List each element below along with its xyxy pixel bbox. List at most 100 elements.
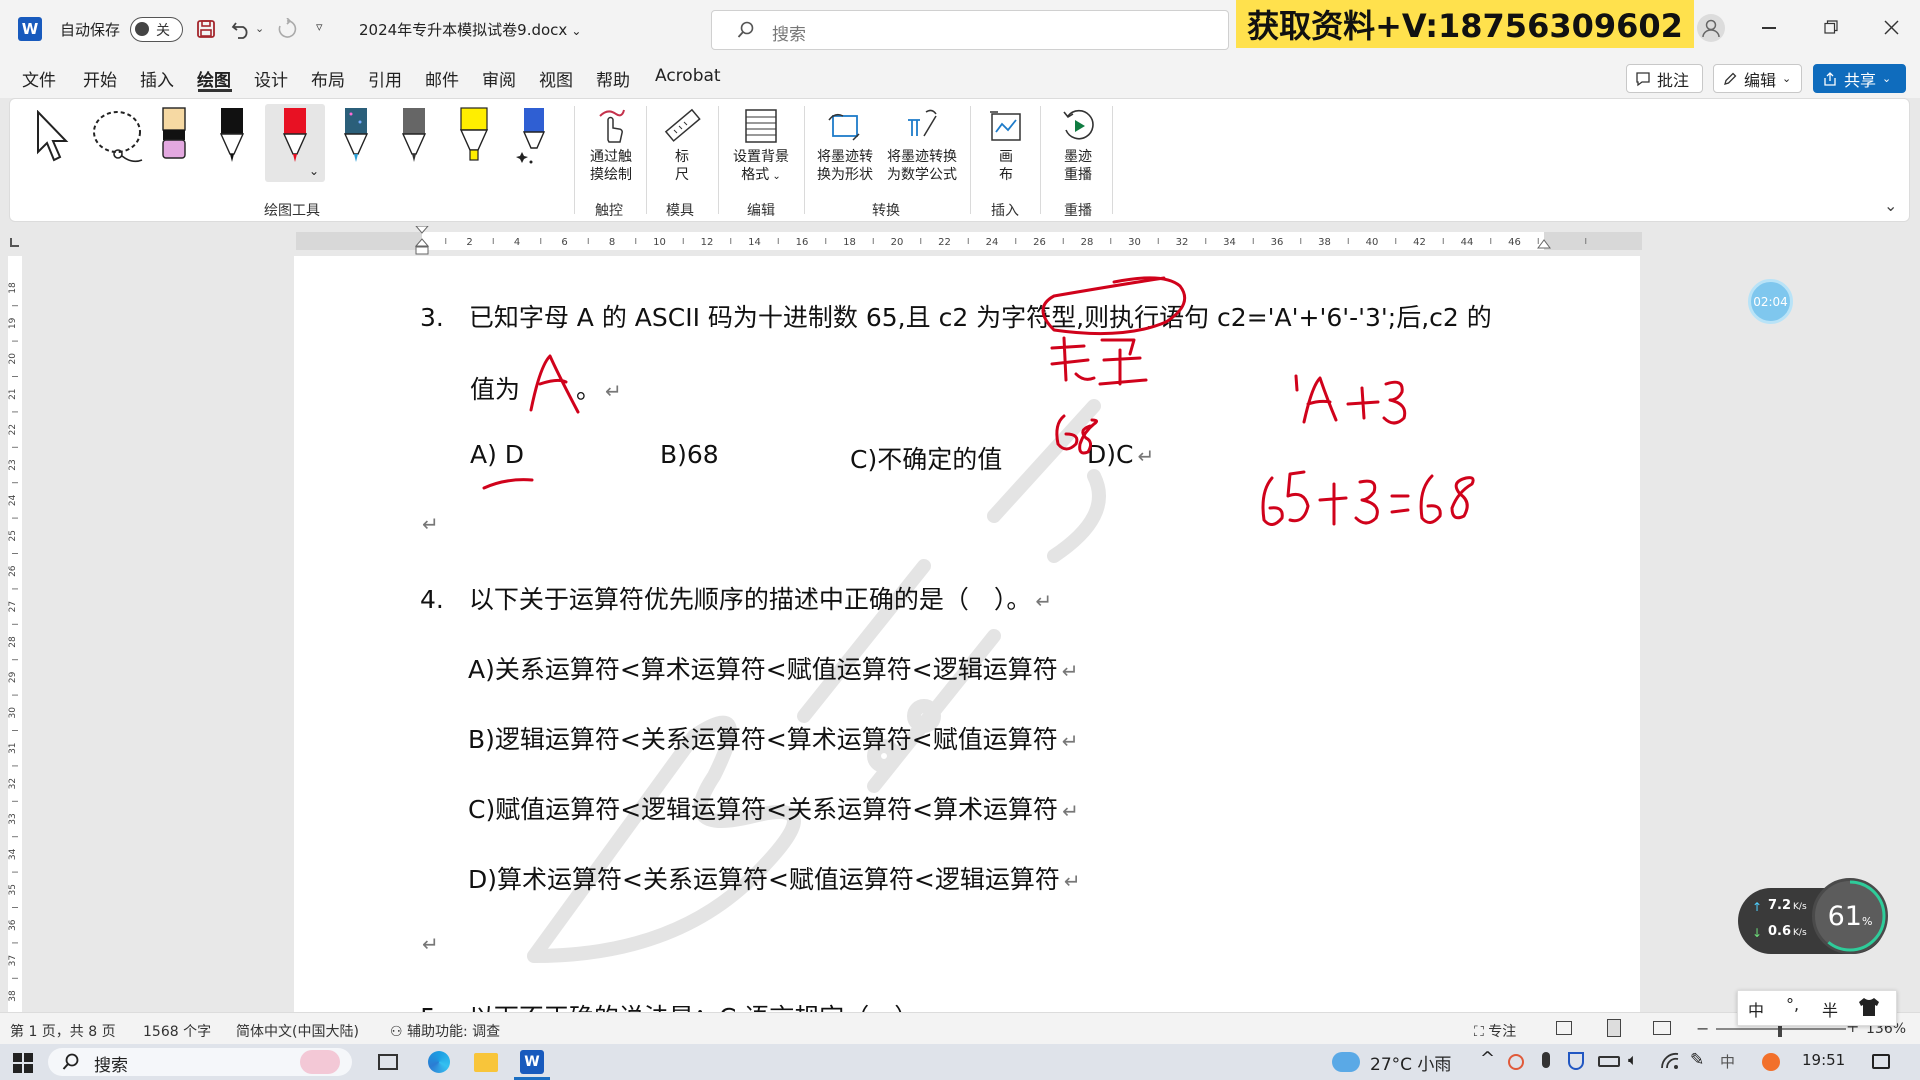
taskbar: 搜索 W 27°C 小雨 ^ 🔈︎ ✎ 中 19:51 bbox=[0, 1044, 1920, 1080]
ink-to-math-icon bbox=[908, 109, 937, 137]
tab-selector-icon[interactable] bbox=[10, 238, 19, 247]
tray-overflow-icon[interactable]: ^ bbox=[1480, 1048, 1495, 1069]
restore-icon[interactable] bbox=[1824, 20, 1838, 34]
group-label-touch: 触控 bbox=[595, 203, 623, 219]
pen-tray-icon[interactable]: ✎ bbox=[1690, 1050, 1704, 1070]
tab-mailings[interactable]: 邮件 bbox=[425, 66, 459, 91]
focus-mode-button[interactable]: ⛶ 专注 bbox=[1474, 1021, 1516, 1041]
tray-s-app-icon[interactable] bbox=[1762, 1053, 1780, 1071]
canvas-label-2: 布 bbox=[999, 167, 1013, 183]
volume-icon[interactable]: 🔈︎ bbox=[1628, 1050, 1638, 1070]
minimize-icon[interactable] bbox=[1762, 27, 1776, 29]
tab-view[interactable]: 视图 bbox=[539, 66, 573, 91]
collapse-ribbon-icon[interactable]: ⌄ bbox=[1884, 196, 1897, 215]
page-count[interactable]: 第 1 页，共 8 页 bbox=[10, 1021, 116, 1041]
wifi-icon[interactable] bbox=[1660, 1052, 1680, 1070]
comments-label: 批注 bbox=[1657, 70, 1690, 90]
tab-review[interactable]: 审阅 bbox=[482, 66, 516, 91]
battery-icon[interactable] bbox=[1598, 1056, 1620, 1067]
ink-letter-a bbox=[1302, 376, 1338, 424]
windows-start-icon[interactable] bbox=[13, 1053, 33, 1073]
save-icon[interactable] bbox=[196, 19, 216, 39]
ime-half-width[interactable]: 半 bbox=[1822, 997, 1838, 1021]
ink-replay-button[interactable]: 墨迹 重播 bbox=[1052, 106, 1104, 184]
tray-app-icon[interactable] bbox=[1508, 1054, 1524, 1070]
print-layout-icon[interactable] bbox=[1607, 1019, 1621, 1037]
ime-toolbar[interactable]: 中 °, 半 bbox=[1737, 990, 1897, 1026]
account-avatar[interactable] bbox=[1697, 14, 1725, 42]
search-placeholder: 搜索 bbox=[772, 25, 806, 45]
ink-to-shape-button[interactable]: 将墨迹转 换为形状 bbox=[812, 106, 878, 184]
undo-dropdown-icon[interactable]: ⌄ bbox=[255, 22, 264, 35]
task-view-icon[interactable] bbox=[378, 1054, 398, 1070]
accessibility-status[interactable]: ⚇ 辅助功能: 调查 bbox=[390, 1021, 500, 1041]
document-title[interactable]: 2024年专升本模拟试卷9.docx ⌄ bbox=[359, 19, 581, 40]
ime-skin-icon[interactable] bbox=[1858, 997, 1880, 1017]
tab-insert[interactable]: 插入 bbox=[140, 66, 174, 91]
autosave-toggle[interactable]: 关 bbox=[130, 17, 183, 42]
pencil-gray-icon[interactable] bbox=[400, 106, 428, 164]
drawing-canvas-button[interactable]: 画 布 bbox=[980, 106, 1032, 184]
undo-icon[interactable] bbox=[230, 18, 252, 40]
taskbar-search[interactable]: 搜索 bbox=[48, 1048, 352, 1076]
security-shield-icon[interactable] bbox=[1568, 1052, 1584, 1070]
web-layout-icon[interactable] bbox=[1653, 1021, 1671, 1035]
document-page[interactable]: 3. 已知字母 A 的 ASCII 码为十进制数 65,且 c2 为字符型,则执… bbox=[294, 256, 1640, 1012]
eraser-icon[interactable] bbox=[160, 106, 188, 164]
ruler-label: 24 bbox=[986, 237, 999, 248]
format-background-button[interactable]: 设置背景 格式 ⌄ bbox=[724, 106, 798, 186]
tab-references[interactable]: 引用 bbox=[368, 66, 402, 91]
lasso-select-icon[interactable] bbox=[90, 108, 148, 164]
ruler-label: 42 bbox=[1413, 237, 1426, 248]
ruler-label: 16 bbox=[796, 237, 809, 248]
ime-mode-chinese[interactable]: 中 bbox=[1748, 997, 1764, 1021]
pen-galaxy-icon[interactable] bbox=[342, 106, 370, 164]
ink-to-math-button[interactable]: 将墨迹转换 为数学公式 bbox=[880, 106, 964, 184]
weather-text[interactable]: 27°C 小雨 bbox=[1370, 1050, 1451, 1075]
tab-layout[interactable]: 布局 bbox=[311, 66, 345, 91]
word-count[interactable]: 1568 个字 bbox=[143, 1021, 211, 1041]
action-pen-icon[interactable] bbox=[516, 106, 548, 164]
ruler-label: 32 bbox=[1176, 237, 1189, 248]
zoom-out-icon[interactable]: − bbox=[1696, 1019, 1709, 1038]
draw-with-touch-button[interactable]: 通过触 摸绘制 bbox=[584, 106, 638, 184]
tab-draw[interactable]: 绘图 bbox=[197, 66, 231, 91]
timer-bubble[interactable]: 02:04 bbox=[1748, 279, 1793, 324]
group-label-stencils: 模具 bbox=[666, 203, 694, 219]
tab-home[interactable]: 开始 bbox=[83, 66, 117, 91]
vertical-ruler[interactable]: 18 19 20 21 22 23 24 25 26 27 28 29 30 31 32 33 34 35 36 37… bbox=[0, 256, 30, 1012]
file-explorer-icon[interactable] bbox=[474, 1053, 498, 1072]
editing-mode-button[interactable]: 编辑 ⌄ bbox=[1713, 64, 1802, 93]
share-button[interactable]: 共享 ⌄ bbox=[1813, 64, 1906, 93]
notification-icon[interactable] bbox=[1872, 1054, 1890, 1069]
edge-browser-icon[interactable] bbox=[428, 1051, 450, 1073]
clock[interactable]: 19:51 bbox=[1802, 1051, 1845, 1069]
comments-button[interactable]: 批注 bbox=[1626, 64, 1703, 93]
highlighter-yellow-icon[interactable] bbox=[458, 106, 490, 164]
close-icon[interactable] bbox=[1884, 20, 1899, 35]
ruler-label: 46 bbox=[1508, 237, 1521, 248]
tab-file[interactable]: 文件 bbox=[22, 66, 56, 91]
vruler-label: 18 bbox=[8, 282, 18, 294]
customize-toolbar-icon[interactable]: ▿ bbox=[316, 20, 323, 35]
ime-tray-icon[interactable]: 中 bbox=[1720, 1051, 1735, 1072]
microphone-icon[interactable] bbox=[1542, 1052, 1550, 1068]
horizontal-ruler[interactable]: 2 4 6 8 10 12 14 16 18 20 22 24 26 28 30 32 34 36 38 40 42 44… bbox=[0, 226, 1920, 256]
pen-red-selected[interactable]: ⌄ bbox=[265, 104, 325, 182]
ink-word-2 bbox=[1098, 338, 1148, 386]
tab-acrobat[interactable]: Acrobat bbox=[655, 66, 721, 86]
word-taskbar-icon[interactable]: W bbox=[520, 1050, 544, 1074]
tab-help[interactable]: 帮助 bbox=[596, 66, 630, 91]
ime-punctuation[interactable]: °, bbox=[1786, 995, 1799, 1014]
pen-black-icon[interactable] bbox=[218, 106, 246, 164]
memory-usage-circle[interactable]: 61% bbox=[1812, 878, 1888, 954]
search-box[interactable]: 搜索 bbox=[711, 10, 1229, 50]
ruler-button[interactable]: 标 尺 bbox=[656, 106, 708, 184]
redo-icon[interactable] bbox=[276, 18, 298, 40]
ink-digit-6c bbox=[1419, 474, 1442, 524]
tab-design[interactable]: 设计 bbox=[254, 66, 288, 91]
read-mode-icon[interactable] bbox=[1556, 1021, 1572, 1035]
language-status[interactable]: 简体中文(中国大陆) bbox=[236, 1021, 359, 1041]
select-pointer-icon[interactable] bbox=[34, 110, 74, 162]
download-speed: 0.6 K/s bbox=[1768, 924, 1807, 939]
